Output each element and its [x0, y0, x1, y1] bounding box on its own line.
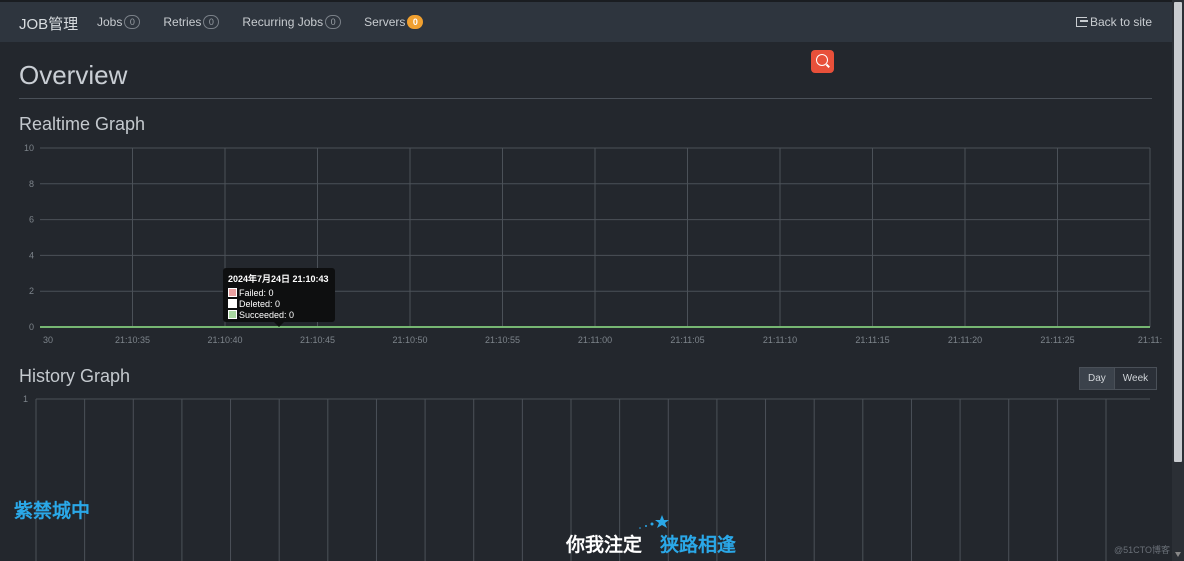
scrollbar-thumb[interactable] — [1174, 2, 1182, 462]
realtime-x-tick-label: 21:10:45 — [300, 335, 335, 345]
nav-recurring-jobs[interactable]: Recurring Jobs 0 — [242, 15, 342, 29]
realtime-x-tick-label: 21:11:20 — [948, 335, 982, 345]
realtime-graph: 10 8 6 4 2 0 30 21:10:35 21:10:40 21:10:45 21:10:… — [24, 143, 1162, 345]
realtime-y-ticks: 10 8 6 4 2 0 — [24, 143, 34, 332]
search-button[interactable] — [811, 50, 834, 73]
nav-recurring-jobs-badge: 0 — [325, 15, 342, 29]
main-nav: Jobs 0 Retries 0 Recurring Jobs 0 Server… — [97, 15, 446, 29]
realtime-x-tick-label: 21:10:50 — [392, 335, 427, 345]
nav-servers-label: Servers — [364, 15, 406, 29]
realtime-y-tick-label: 0 — [29, 322, 34, 332]
tooltip-failed-label: Failed: 0 — [239, 287, 274, 298]
bottom-caption-blue: 狭路相逢 — [660, 535, 737, 556]
history-y-tick-label: 1 — [23, 394, 28, 404]
back-to-site-label: Back to site — [1089, 15, 1152, 29]
scroll-down-arrow-icon[interactable] — [1175, 552, 1181, 557]
range-day-button[interactable]: Day — [1079, 367, 1115, 390]
realtime-x-tick-label: 21:11:25 — [1040, 335, 1074, 345]
nav-jobs-badge: 0 — [124, 15, 141, 29]
brand-logo[interactable]: JOB管理 — [19, 13, 78, 34]
sign-out-icon — [1075, 17, 1088, 27]
tooltip-caret — [274, 322, 284, 327]
tooltip-succeeded-label: Succeeded: 0 — [239, 309, 295, 320]
nav-retries-label: Retries — [163, 15, 202, 29]
nav-recurring-jobs-label: Recurring Jobs — [242, 15, 324, 29]
tooltip-title: 2024年7月24日 21:10:43 — [228, 274, 329, 284]
realtime-x-tick-label: 21:10:40 — [207, 335, 242, 345]
page-title: Overview — [19, 60, 128, 90]
realtime-x-tick-label: 21:10:55 — [485, 335, 520, 345]
realtime-x-tick-label: 21:10:35 — [115, 335, 150, 345]
nav-retries[interactable]: Retries 0 — [163, 15, 220, 29]
tooltip-deleted-label: Deleted: 0 — [239, 298, 281, 309]
tooltip-row-failed: Failed: 0 — [228, 287, 330, 298]
tooltip-row-deleted: Deleted: 0 — [228, 298, 330, 309]
bottom-caption-white: 你我注定 — [566, 535, 643, 556]
tooltip-swatch-deleted — [228, 299, 237, 308]
realtime-graph-title: Realtime Graph — [19, 114, 146, 134]
realtime-y-tick-label: 4 — [29, 250, 34, 260]
realtime-x-tick-label: 30 — [43, 335, 53, 345]
nav-servers-badge: 0 — [407, 15, 424, 29]
realtime-x-tick-label: 21:11: — [1138, 335, 1162, 345]
title-divider — [19, 98, 1152, 99]
left-caption: 紫禁城中 — [14, 501, 91, 522]
realtime-grid — [40, 147, 1151, 328]
history-graph-title: History Graph — [19, 366, 131, 386]
realtime-y-tick-label: 10 — [24, 143, 34, 153]
realtime-y-tick-label: 6 — [29, 215, 34, 225]
chart-tooltip: 2024年7月24日 21:10:43 Failed: 0 Deleted: 0… — [223, 268, 335, 322]
nav-retries-badge: 0 — [203, 15, 220, 29]
realtime-x-tick-label: 21:11:00 — [578, 335, 612, 345]
range-week-button[interactable]: Week — [1114, 367, 1158, 390]
nav-jobs-label: Jobs — [97, 15, 123, 29]
nav-servers[interactable]: Servers 0 — [364, 15, 424, 29]
page-scrollbar[interactable] — [1172, 0, 1184, 561]
realtime-x-tick-label: 21:11:15 — [855, 335, 889, 345]
nav-jobs[interactable]: Jobs 0 — [97, 15, 141, 29]
star-sparkle-icon — [639, 515, 669, 529]
realtime-y-tick-label: 2 — [29, 286, 34, 296]
realtime-x-ticks: 30 21:10:35 21:10:40 21:10:45 21:10:50 21:10:… — [43, 335, 1162, 345]
realtime-y-tick-label: 8 — [29, 179, 34, 189]
realtime-x-tick-label: 21:11:05 — [670, 335, 704, 345]
back-to-site-link[interactable]: Back to site — [1075, 15, 1152, 29]
tooltip-swatch-failed — [228, 288, 237, 297]
watermark: @51CTO博客 — [1114, 545, 1170, 555]
top-navbar: JOB管理 Jobs 0 Retries 0 Recurring Jobs 0 … — [0, 0, 1172, 42]
history-range-toggle: Day Week — [1079, 367, 1158, 390]
tooltip-row-succeeded: Succeeded: 0 — [228, 309, 330, 320]
history-y-ticks: 1 — [23, 394, 28, 404]
tooltip-swatch-succeeded — [228, 310, 237, 319]
realtime-x-tick-label: 21:11:10 — [763, 335, 797, 345]
